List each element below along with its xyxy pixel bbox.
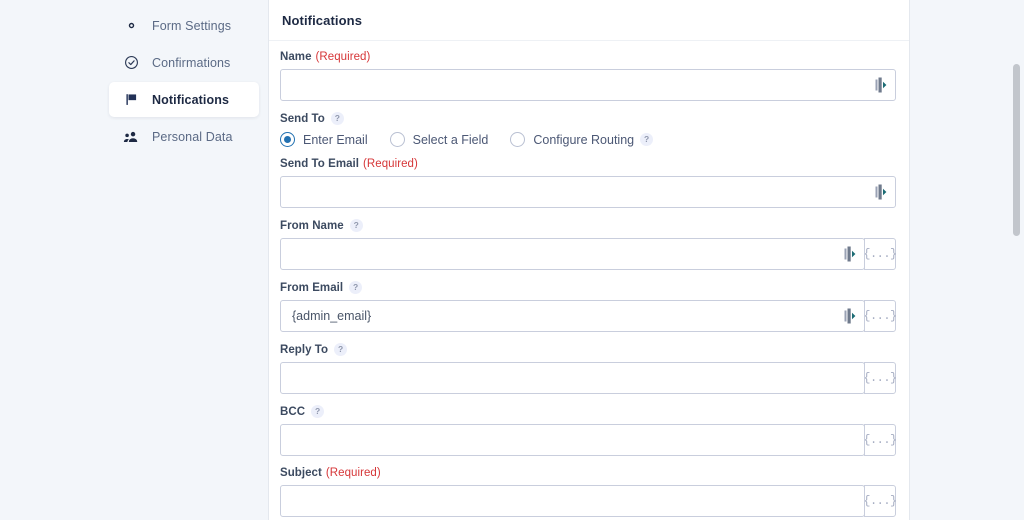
subject-input[interactable] bbox=[280, 485, 865, 517]
help-icon[interactable]: ? bbox=[640, 133, 654, 146]
field-label-name: Name (Required) bbox=[280, 51, 896, 63]
gear-icon bbox=[121, 16, 141, 36]
field-name: Name (Required) bbox=[280, 51, 896, 101]
sidebar-item-label: Form Settings bbox=[152, 18, 232, 33]
required-marker: (Required) bbox=[363, 158, 418, 170]
field-label-from-name: From Name ? bbox=[280, 219, 896, 232]
smart-tag-button[interactable]: {...} bbox=[863, 424, 897, 456]
field-subject: Subject (Required) {...} bbox=[280, 467, 897, 517]
label-text: Send To bbox=[280, 112, 325, 125]
input-row-from-email: {admin_email} {...} bbox=[280, 300, 897, 332]
radio-enter-email[interactable]: Enter Email bbox=[280, 132, 368, 147]
help-icon[interactable]: ? bbox=[330, 112, 344, 125]
sidebar-item-personal-data[interactable]: Personal Data bbox=[109, 119, 259, 154]
field-send-to: Send To ? Enter Email Select a Field Con… bbox=[280, 112, 896, 147]
radio-select-a-field[interactable]: Select a Field bbox=[389, 132, 489, 147]
sidebar-item-label: Personal Data bbox=[152, 129, 233, 144]
smart-tag-inline-icon[interactable] bbox=[875, 184, 888, 200]
notifications-panel: Notifications Name (Required) Send To ? … bbox=[268, 0, 910, 520]
page-scrollbar-thumb[interactable] bbox=[1013, 64, 1020, 236]
smart-tag-button[interactable]: {...} bbox=[863, 300, 897, 332]
sidebar-item-notifications[interactable]: Notifications bbox=[109, 82, 259, 117]
label-text: Reply To bbox=[280, 343, 329, 356]
label-text: From Email bbox=[280, 281, 344, 294]
name-input[interactable] bbox=[280, 69, 896, 101]
field-label-reply-to: Reply To ? bbox=[280, 343, 896, 356]
field-label-from-email: From Email ? bbox=[280, 281, 896, 294]
field-label-bcc: BCC ? bbox=[280, 405, 896, 418]
sidebar-item-form-settings[interactable]: Form Settings bbox=[109, 8, 259, 43]
radio-mark bbox=[280, 132, 295, 147]
radio-label: Configure Routing bbox=[533, 132, 635, 147]
sidebar-item-label: Confirmations bbox=[152, 55, 231, 70]
label-text: Subject bbox=[280, 467, 322, 479]
field-reply-to: Reply To ? {...} bbox=[280, 343, 897, 394]
reply-to-input[interactable] bbox=[280, 362, 865, 394]
from-email-input[interactable]: {admin_email} bbox=[280, 300, 865, 332]
input-row-subject: {...} bbox=[280, 485, 897, 517]
field-label-subject: Subject (Required) bbox=[280, 467, 896, 479]
bcc-input[interactable] bbox=[280, 424, 865, 456]
smart-tag-inline-icon[interactable] bbox=[844, 246, 857, 262]
flag-icon bbox=[121, 90, 141, 110]
input-row-from-name: {...} bbox=[280, 238, 897, 270]
from-email-input-value: {admin_email} bbox=[292, 309, 372, 323]
send-to-email-input[interactable] bbox=[280, 176, 896, 208]
users-icon bbox=[121, 127, 141, 147]
smart-tag-icon: {...} bbox=[863, 494, 897, 508]
field-send-to-email: Send To Email (Required) bbox=[280, 158, 896, 208]
help-icon[interactable]: ? bbox=[349, 219, 363, 232]
field-label-send-to-email: Send To Email (Required) bbox=[280, 158, 896, 170]
smart-tag-button[interactable]: {...} bbox=[863, 485, 897, 517]
smart-tag-icon: {...} bbox=[863, 309, 897, 323]
notification-form: Name (Required) Send To ? Enter Email Se… bbox=[269, 41, 909, 517]
field-from-email: From Email ? {admin_email} {...} bbox=[280, 281, 897, 332]
smart-tag-icon: {...} bbox=[863, 247, 897, 261]
radio-configure-routing[interactable]: Configure Routing ? bbox=[510, 132, 654, 147]
smart-tag-button[interactable]: {...} bbox=[863, 362, 897, 394]
check-circle-icon bbox=[121, 53, 141, 73]
field-from-name: From Name ? {...} bbox=[280, 219, 897, 270]
input-row-bcc: {...} bbox=[280, 424, 897, 456]
field-label-send-to: Send To ? bbox=[280, 112, 896, 125]
app-root: Form Settings Confirmations Notification… bbox=[0, 0, 1024, 520]
page-scrollbar-track[interactable] bbox=[1013, 0, 1022, 520]
help-icon[interactable]: ? bbox=[311, 405, 325, 418]
panel-header: Notifications bbox=[269, 0, 909, 41]
required-marker: (Required) bbox=[315, 51, 371, 63]
field-bcc: BCC ? {...} bbox=[280, 405, 897, 456]
smart-tag-inline-icon[interactable] bbox=[844, 308, 857, 324]
label-text: BCC bbox=[280, 405, 306, 418]
radio-mark bbox=[510, 132, 526, 147]
help-icon[interactable]: ? bbox=[334, 343, 348, 356]
sidebar-item-label: Notifications bbox=[152, 92, 229, 107]
sidebar-item-confirmations[interactable]: Confirmations bbox=[109, 45, 259, 80]
from-name-input[interactable] bbox=[280, 238, 865, 270]
help-icon[interactable]: ? bbox=[349, 281, 363, 294]
smart-tag-icon: {...} bbox=[863, 371, 897, 385]
input-row-send-to-email bbox=[280, 176, 896, 208]
input-row-name bbox=[280, 69, 896, 101]
radio-mark bbox=[389, 132, 405, 147]
label-text: Name bbox=[280, 51, 312, 63]
label-text: Send To Email bbox=[280, 158, 360, 170]
page-title: Notifications bbox=[282, 12, 363, 28]
smart-tag-button[interactable]: {...} bbox=[863, 238, 897, 270]
label-text: From Name bbox=[280, 219, 344, 232]
smart-tag-icon: {...} bbox=[863, 433, 897, 447]
input-row-reply-to: {...} bbox=[280, 362, 897, 394]
required-marker: (Required) bbox=[325, 467, 381, 479]
settings-sidebar: Form Settings Confirmations Notification… bbox=[109, 0, 259, 156]
radio-label: Select a Field bbox=[412, 132, 489, 147]
smart-tag-inline-icon[interactable] bbox=[875, 77, 888, 93]
radio-label: Enter Email bbox=[303, 132, 368, 147]
send-to-radio-group: Enter Email Select a Field Configure Rou… bbox=[280, 131, 896, 147]
